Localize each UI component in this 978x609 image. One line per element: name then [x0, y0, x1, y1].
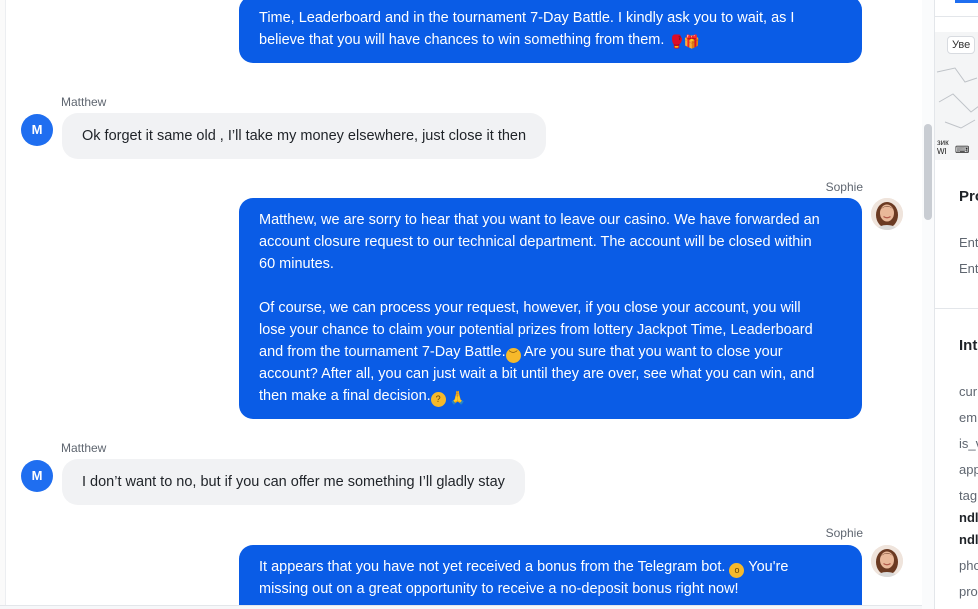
details-panel: Уве зик WI ⌨ Pro Ent Ent Int cur em is_v… [934, 0, 978, 609]
left-panel-edge [0, 0, 6, 609]
avatar: M [21, 460, 53, 492]
field-label: pho [959, 558, 978, 573]
message-line: Of course, we can process your request, … [259, 300, 801, 316]
boxing-glove-icon: 🥊 [668, 34, 685, 49]
agent-message-bubble: Time, Leaderboard and in the tournament … [239, 0, 862, 63]
message-spacer [259, 275, 842, 297]
preview-thumbnail[interactable]: Уве зик WI ⌨ [935, 32, 978, 160]
avatar: M [21, 114, 53, 146]
scrollbar-thumb[interactable] [924, 124, 932, 220]
thinking-face-icon: ? [430, 392, 446, 407]
keyboard-icon: ⌨ [955, 145, 970, 156]
field-label: Ent [959, 261, 978, 276]
agent-message-bubble: Matthew, we are sorry to hear that you w… [239, 198, 862, 419]
sender-name: Sophie [825, 180, 863, 194]
frowning-face-icon: o [729, 563, 745, 578]
disappointed-face-icon: ︶ [505, 348, 521, 363]
folded-hands-icon: 🙏 [449, 390, 466, 405]
tag-value[interactable]: ndl [959, 510, 978, 525]
active-tab-indicator [955, 0, 978, 3]
message-text: Ok forget it same old , I’ll take my mon… [82, 128, 527, 144]
field-label: tag [959, 488, 978, 503]
composer-edge [0, 605, 922, 609]
customer-message-bubble: I don’t want to no, but if you can offer… [62, 459, 525, 505]
message-line: It appears that you have not yet receive… [259, 556, 842, 578]
section-title: Pro [959, 188, 978, 205]
field-label: em [959, 410, 978, 425]
message-line: believe that you will have chances to wi… [259, 32, 700, 49]
field-label: app [959, 462, 978, 477]
message-line: account closure request to our technical… [259, 234, 812, 250]
agent-avatar-photo [871, 545, 903, 577]
gift-icon: 🎁 [683, 34, 700, 49]
sender-name: Matthew [61, 441, 107, 455]
customer-message-bubble: Ok forget it same old , I’ll take my mon… [62, 113, 547, 159]
key-label: зик [937, 138, 949, 147]
message-line: Time, Leaderboard and in the tournament … [259, 10, 795, 26]
message-line: Matthew, we are sorry to hear that you w… [259, 212, 820, 228]
avatar [871, 198, 903, 230]
field-label: Ent [959, 235, 978, 250]
key-label: WI [937, 147, 947, 156]
avatar [871, 545, 903, 577]
tag-value[interactable]: ndl [959, 532, 978, 547]
field-label: is_v [959, 436, 978, 451]
tooltip: Уве [947, 36, 976, 54]
chat-panel: Time, Leaderboard and in the tournament … [0, 0, 922, 609]
sender-name: Sophie [825, 526, 863, 540]
message-line: missing out on a great opportunity to re… [259, 581, 739, 597]
section-title: Int [959, 337, 978, 354]
message-line: account? After all, you can just wait a … [259, 366, 815, 382]
chat-scrollbar[interactable] [922, 0, 934, 609]
message-line: and from the tournament 7-Day Battle. ︶ A… [259, 341, 842, 363]
message-line: then make a final decision.? 🙏 [259, 388, 466, 407]
message-line: 60 minutes. [259, 256, 334, 272]
field-label: pro [959, 584, 978, 599]
message-text: I don’t want to no, but if you can offer… [82, 474, 505, 490]
field-label: cur [959, 384, 978, 399]
agent-message-bubble: It appears that you have not yet receive… [239, 545, 862, 609]
sender-name: Matthew [61, 95, 107, 109]
divider [935, 16, 978, 17]
agent-avatar-photo [871, 198, 903, 230]
divider [935, 308, 978, 309]
message-line: lose your chance to claim your potential… [259, 322, 813, 338]
